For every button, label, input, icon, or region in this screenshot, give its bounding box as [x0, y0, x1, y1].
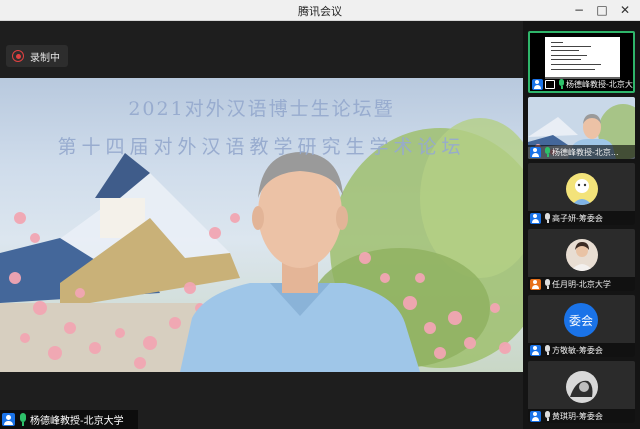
participant-avatar	[566, 173, 598, 205]
participant-label: 杨德峰教授-北京...	[528, 145, 635, 159]
participant-tile[interactable]: 黄琪玥-筹委会	[528, 361, 635, 423]
close-icon[interactable]: ✕	[617, 3, 633, 18]
banner-line-1: 2021对外汉语博士生论坛暨	[128, 98, 395, 120]
host-icon	[530, 278, 541, 290]
minimize-icon[interactable]: −	[571, 3, 587, 18]
microphone-muted-icon	[543, 344, 551, 356]
main-video[interactable]: 2021对外汉语博士生论坛暨 第十四届对外汉语教学研究生学术论坛	[0, 78, 523, 372]
user-icon	[532, 78, 543, 90]
shared-document-thumbnail	[545, 37, 620, 79]
user-icon	[2, 413, 15, 426]
main-speaker-name: 杨德峰教授-北京大学	[30, 416, 124, 427]
participant-name: 杨德峰教授-北京...	[552, 147, 619, 157]
microphone-muted-icon	[543, 410, 551, 422]
recording-label: 录制中	[30, 52, 60, 64]
screen-share-icon	[545, 79, 555, 89]
participant-label: 高子妍-筹委会	[528, 211, 635, 225]
user-icon	[530, 212, 541, 224]
microphone-on-icon	[557, 78, 565, 90]
participant-name: 高子妍-筹委会	[552, 213, 603, 223]
participant-name: 方敬敏-筹委会	[552, 345, 603, 355]
user-icon	[530, 410, 541, 422]
participant-tile[interactable]: 杨德峰教授-北京...	[528, 97, 635, 159]
banner-line-2: 第十四届对外汉语教学研究生学术论坛	[57, 136, 466, 158]
microphone-muted-icon	[543, 212, 551, 224]
microphone-on-icon	[18, 413, 28, 426]
recording-indicator[interactable]: 录制中	[6, 45, 68, 67]
virtual-background-image	[0, 118, 523, 372]
participant-tile[interactable]: 任月明-北京大学	[528, 229, 635, 291]
main-stage: 录制中 2021对外汉语博士生论坛暨 第十四届对外汉语教学研究生学术论坛 杨德峰…	[0, 21, 523, 429]
participant-label: 任月明-北京大学	[528, 277, 635, 291]
user-icon	[530, 344, 541, 356]
title-bar: 腾讯会议 − □ ✕	[0, 0, 640, 21]
participant-avatar	[566, 371, 598, 403]
participant-name: 黄琪玥-筹委会	[552, 411, 603, 421]
recording-icon	[12, 50, 24, 62]
meeting-window: 腾讯会议 − □ ✕ 录制中 2021对外汉语博士生论坛暨 第十四届对外汉语教学…	[0, 0, 640, 429]
participant-label: 黄琪玥-筹委会	[528, 409, 635, 423]
main-speaker-label: 杨德峰教授-北京大学	[0, 410, 138, 429]
participant-avatar	[566, 239, 598, 271]
participant-tile[interactable]: 高子妍-筹委会	[528, 163, 635, 225]
microphone-muted-icon	[543, 278, 551, 290]
user-icon	[530, 146, 541, 158]
microphone-on-icon	[543, 146, 551, 158]
participant-panel: 杨德峰教授-北京大 杨德峰教授-北京... 高子妍-筹委会 任月明-北京大学 委…	[523, 21, 640, 429]
participant-text-avatar: 委会	[564, 303, 598, 337]
participant-label: 方敬敏-筹委会	[528, 343, 635, 357]
participant-name: 任月明-北京大学	[552, 279, 611, 289]
maximize-icon[interactable]: □	[594, 3, 610, 18]
window-title: 腾讯会议	[298, 5, 342, 18]
participant-label: 杨德峰教授-北京大	[530, 77, 633, 91]
participant-tile[interactable]: 委会 方敬敏-筹委会	[528, 295, 635, 357]
participant-tile[interactable]: 杨德峰教授-北京大	[528, 31, 635, 93]
participant-name: 杨德峰教授-北京大	[566, 79, 633, 89]
